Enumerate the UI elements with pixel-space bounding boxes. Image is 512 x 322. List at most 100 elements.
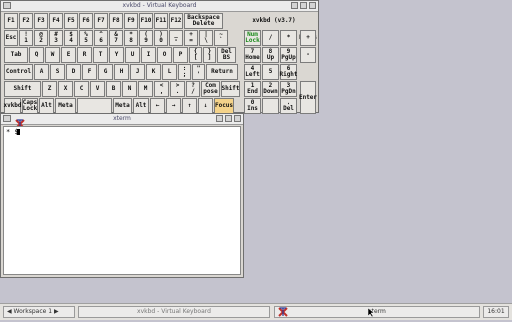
key-0-ins[interactable]: 0 Ins [244, 98, 261, 114]
key-8[interactable]: * 8 [124, 30, 138, 46]
key-alt[interactable]: Alt [133, 98, 149, 114]
key-f7[interactable]: F7 [94, 13, 108, 29]
close-icon[interactable] [309, 2, 316, 9]
key-f1[interactable]: F1 [4, 13, 18, 29]
maximize-icon[interactable] [300, 2, 307, 9]
key-symbol[interactable]: : ; [178, 64, 191, 80]
key-5[interactable]: 5 [262, 64, 279, 80]
key-9-pgup[interactable]: 9 PgUp [280, 47, 297, 63]
key-5[interactable]: % 5 [79, 30, 93, 46]
key-i[interactable]: I [141, 47, 156, 63]
key-control[interactable]: Control [4, 64, 33, 80]
key-symbol[interactable]: ? / [186, 81, 200, 97]
key-f6[interactable]: F6 [79, 13, 93, 29]
key-meta[interactable]: Meta [113, 98, 132, 114]
key-symbol[interactable]: { [ [189, 47, 202, 63]
key-u[interactable]: U [125, 47, 140, 63]
key-f2[interactable]: F2 [19, 13, 33, 29]
key-f4[interactable]: F4 [49, 13, 63, 29]
key-f11[interactable]: F11 [154, 13, 168, 29]
key-c[interactable]: C [74, 81, 89, 97]
key-w[interactable]: W [45, 47, 60, 63]
key-symbol[interactable]: ~ ` [214, 30, 228, 46]
key-blank[interactable] [262, 98, 279, 114]
key-3[interactable]: # 3 [49, 30, 63, 46]
key-0[interactable]: ) 0 [154, 30, 168, 46]
key-symbol[interactable]: * [280, 30, 297, 46]
key-g[interactable]: G [98, 64, 113, 80]
keyboard-titlebar[interactable]: xvkbd - Virtual Keyboard [1, 1, 318, 12]
key-symbol[interactable]: ↑ [182, 98, 197, 114]
key-f10[interactable]: F10 [139, 13, 153, 29]
key-6[interactable]: ^ 6 [94, 30, 108, 46]
key-symbol[interactable]: _ - [169, 30, 183, 46]
key-return[interactable]: Return [206, 64, 238, 80]
key-esc[interactable]: Esc [4, 30, 18, 46]
key-f5[interactable]: F5 [64, 13, 78, 29]
minimize-icon[interactable] [216, 115, 223, 122]
key-blank[interactable] [77, 98, 112, 114]
key-symbol[interactable]: → [166, 98, 181, 114]
key-alt[interactable]: Alt [39, 98, 54, 114]
key-8-up[interactable]: 8 Up [262, 47, 279, 63]
key-f12[interactable]: F12 [169, 13, 183, 29]
key-m[interactable]: M [138, 81, 153, 97]
close-icon[interactable] [234, 115, 241, 122]
key-caps-lock[interactable]: Caps Lock [22, 98, 38, 114]
key-v[interactable]: V [90, 81, 105, 97]
key-p[interactable]: P [173, 47, 188, 63]
workspace-switcher[interactable]: ◀ Workspace 1 ▶ [3, 306, 75, 318]
key-x[interactable]: X [58, 81, 73, 97]
key-f[interactable]: F [82, 64, 97, 80]
key-symbol[interactable]: / [262, 30, 279, 46]
key-y[interactable]: Y [109, 47, 124, 63]
key-e[interactable]: E [61, 47, 76, 63]
key-b[interactable]: B [106, 81, 121, 97]
key-f3[interactable]: F3 [34, 13, 48, 29]
key-focus[interactable]: Focus [214, 98, 234, 114]
taskbar-item-xterm[interactable]: xterm [274, 306, 480, 318]
key-symbol[interactable]: - [300, 47, 316, 63]
taskbar-item-xvkbd[interactable]: xvkbd - Virtual Keyboard [78, 306, 270, 318]
key-1[interactable]: ! 1 [19, 30, 33, 46]
key-6-right[interactable]: 6 Right [279, 64, 298, 80]
key-3-pgdn[interactable]: 3 PgDn [280, 81, 297, 97]
key-backspace-delete[interactable]: Backspace Delete [184, 13, 223, 29]
key-s[interactable]: S [50, 64, 65, 80]
key-enter[interactable]: Enter [299, 81, 317, 114]
key-z[interactable]: Z [42, 81, 57, 97]
key-symbol[interactable]: ↓ [198, 98, 213, 114]
key-1-end[interactable]: 1 End [244, 81, 261, 97]
key-4[interactable]: $ 4 [64, 30, 78, 46]
key-num-lock[interactable]: Num Lock [244, 30, 261, 46]
key-symbol[interactable]: < , [154, 81, 169, 97]
terminal-area[interactable]: * $ [3, 126, 241, 275]
key-n[interactable]: N [122, 81, 137, 97]
key-f8[interactable]: F8 [109, 13, 123, 29]
key-symbol[interactable]: > . [170, 81, 185, 97]
key-q[interactable]: Q [29, 47, 44, 63]
key-7-home[interactable]: 7 Home [244, 47, 261, 63]
key-symbol[interactable]: + = [184, 30, 198, 46]
key-tab[interactable]: Tab [4, 47, 28, 63]
key-com-pose[interactable]: Com pose [201, 81, 220, 97]
key-4-left[interactable]: 4 Left [244, 64, 261, 80]
key-xvkbd[interactable]: xvkbd [3, 98, 22, 114]
key-l[interactable]: L [162, 64, 177, 80]
key-k[interactable]: K [146, 64, 161, 80]
key-2[interactable]: @ 2 [34, 30, 48, 46]
key-symbol[interactable]: + [300, 30, 316, 46]
key-2-down[interactable]: 2 Down [262, 81, 279, 97]
key-symbol[interactable]: ← [150, 98, 165, 114]
xterm-titlebar[interactable]: xterm [1, 114, 243, 129]
key-meta[interactable]: Meta [55, 98, 76, 114]
key-r[interactable]: R [77, 47, 92, 63]
key-d[interactable]: D [66, 64, 81, 80]
key-symbol[interactable]: " ' [192, 64, 205, 80]
key-del[interactable]: ․ Del [280, 98, 297, 114]
maximize-icon[interactable] [225, 115, 232, 122]
key-f9[interactable]: F9 [124, 13, 138, 29]
key-symbol[interactable]: } ] [203, 47, 216, 63]
key-shift[interactable]: Shift [221, 81, 240, 97]
key-del-bs[interactable]: Del BS [217, 47, 236, 63]
